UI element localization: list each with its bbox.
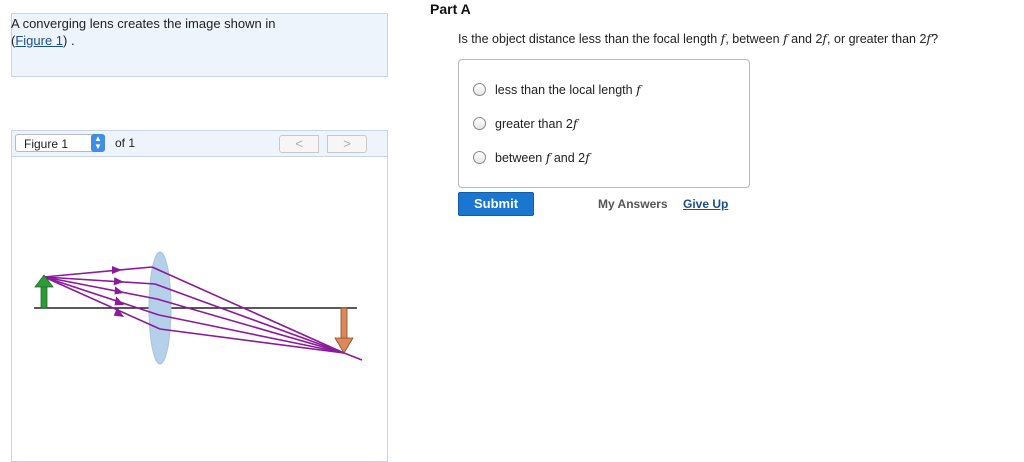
figure-select-label: Figure 1	[24, 137, 69, 151]
problem-statement: A converging lens creates the image show…	[11, 15, 276, 49]
question-segment: , or greater than 2	[827, 32, 927, 46]
next-figure-button[interactable]: >	[327, 135, 367, 153]
choice-text: between	[495, 151, 546, 166]
question-segment: , between	[725, 32, 783, 46]
my-answers-link[interactable]: My Answers	[598, 197, 668, 211]
chevron-right-icon: >	[343, 136, 351, 151]
submit-button[interactable]: Submit	[458, 192, 534, 216]
radio-button[interactable]	[473, 117, 486, 131]
choice-text: greater than 2	[495, 117, 573, 132]
figure-toolbar: Figure 1 ▲ ▼ of 1 < >	[12, 131, 387, 157]
question-segment: and 2	[787, 32, 823, 46]
spinner-icon: ▲ ▼	[91, 134, 105, 152]
math-variable: f	[636, 82, 641, 98]
chevron-left-icon: <	[295, 136, 303, 151]
choice-label: greater than 2f	[495, 116, 578, 132]
part-title: Part A	[430, 1, 471, 17]
question-segment: ?	[931, 32, 939, 46]
give-up-link[interactable]: Give Up	[683, 197, 728, 211]
figure-select[interactable]: Figure 1 ▲ ▼	[15, 134, 105, 152]
image-arrow	[334, 307, 354, 354]
figure-count: of 1	[115, 136, 136, 150]
figure-link[interactable]: Figure 1	[15, 33, 63, 48]
question-text: Is the object distance less than the foc…	[458, 31, 938, 46]
choice-label: less than the local length f	[495, 82, 641, 98]
question-segment: Is the object distance less than the foc…	[458, 32, 721, 46]
previous-figure-button[interactable]: <	[279, 135, 319, 153]
answer-choices: less than the local length f greater tha…	[458, 59, 750, 188]
radio-button[interactable]	[473, 151, 486, 165]
problem-text: A converging lens creates the image show…	[11, 16, 276, 31]
radio-button[interactable]	[473, 83, 486, 97]
outgoing-rays	[151, 266, 363, 361]
choice-text: less than the local length	[495, 83, 637, 98]
converging-lens	[148, 251, 172, 365]
lens-ray-diagram	[34, 251, 363, 365]
choice-label: between f and 2f	[495, 150, 590, 166]
choice-text: and 2	[550, 151, 586, 166]
math-variable: f	[572, 116, 578, 132]
choice-less-than-focal[interactable]: less than the local length f	[473, 82, 641, 97]
choice-between-f-and-2f[interactable]: between f and 2f	[473, 150, 590, 165]
paren-close: ) .	[63, 33, 75, 48]
figure-panel: Figure 1 ▲ ▼ of 1 < >	[11, 130, 388, 462]
choice-greater-than-2f[interactable]: greater than 2f	[473, 116, 577, 131]
incoming-rays	[43, 266, 161, 330]
math-variable: f	[585, 150, 590, 166]
